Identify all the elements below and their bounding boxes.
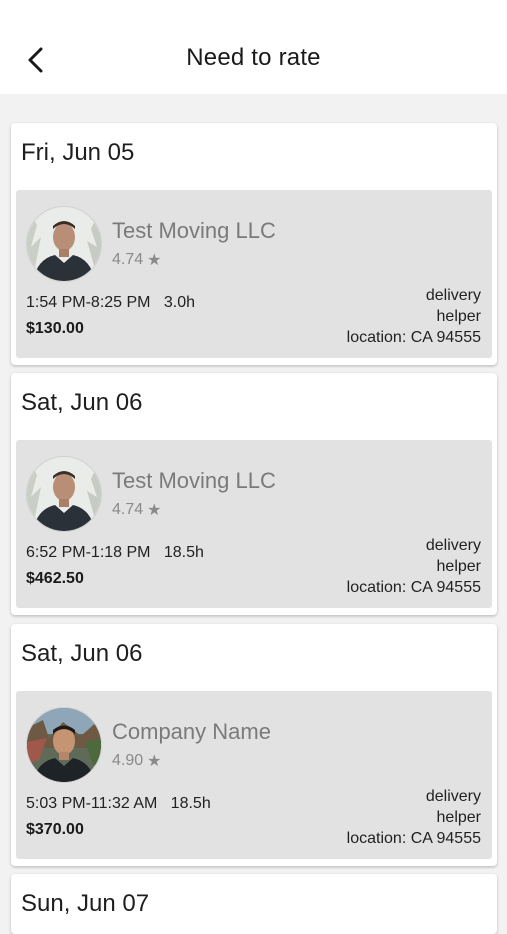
price: $130.00 xyxy=(26,320,84,337)
day-card: Fri, Jun 05 Test Moving LLC 4.74 ★ 1:54 … xyxy=(11,123,497,365)
rating-value: 4.74 xyxy=(112,251,144,268)
rating: 4.74 ★ xyxy=(112,500,161,520)
duration: 18.5h xyxy=(163,544,204,561)
time-duration: 1:54 PM-8:25 PM 3.0h xyxy=(26,294,195,312)
job-item[interactable]: Test Moving LLC 4.74 ★ 6:52 PM-1:18 PM 1… xyxy=(16,440,492,608)
location: location: CA 94555 xyxy=(346,579,481,596)
service-type: delivery xyxy=(425,287,481,304)
time-range: 6:52 PM-1:18 PM xyxy=(26,544,151,561)
rating: 4.74 ★ xyxy=(112,250,161,270)
time-range: 1:54 PM-8:25 PM xyxy=(26,294,151,311)
time-duration: 6:52 PM-1:18 PM 18.5h xyxy=(26,544,204,562)
service-type: delivery xyxy=(425,788,481,805)
avatar xyxy=(26,707,102,783)
star-icon: ★ xyxy=(147,753,162,770)
service-role: helper xyxy=(436,809,481,826)
price: $462.50 xyxy=(26,570,84,587)
day-card: Sat, Jun 06 Company Name 4.90 ★ 5:03 PM-… xyxy=(11,624,497,866)
avatar xyxy=(26,206,102,282)
job-details: delivery helper location: CA 94555 xyxy=(347,535,481,598)
top-bar: Need to rate xyxy=(0,0,507,94)
company-name: Test Moving LLC xyxy=(112,468,276,493)
day-date: Sat, Jun 06 xyxy=(21,389,143,416)
location: location: CA 94555 xyxy=(346,830,481,847)
rating-value: 4.74 xyxy=(112,501,144,518)
duration: 3.0h xyxy=(163,294,195,311)
day-date: Sat, Jun 06 xyxy=(21,640,143,667)
location: location: CA 94555 xyxy=(346,329,481,346)
star-icon: ★ xyxy=(147,502,162,519)
job-details: delivery helper location: CA 94555 xyxy=(347,786,481,849)
job-details: delivery helper location: CA 94555 xyxy=(347,285,481,348)
day-card: Sun, Jun 07 xyxy=(11,874,497,934)
time-duration: 5:03 PM-11:32 AM 18.5h xyxy=(26,795,211,813)
page-title: Need to rate xyxy=(186,44,321,71)
service-role: helper xyxy=(436,308,481,325)
service-type: delivery xyxy=(425,537,481,554)
star-icon: ★ xyxy=(147,252,162,269)
day-date: Fri, Jun 05 xyxy=(21,139,135,166)
duration: 18.5h xyxy=(170,795,211,812)
day-card: Sat, Jun 06 Test Moving LLC 4.74 ★ 6:52 … xyxy=(11,373,497,615)
rating-value: 4.90 xyxy=(112,752,144,769)
rating: 4.90 ★ xyxy=(112,751,161,771)
time-range: 5:03 PM-11:32 AM xyxy=(26,795,158,812)
company-name: Test Moving LLC xyxy=(112,218,276,243)
price: $370.00 xyxy=(26,821,84,838)
company-name: Company Name xyxy=(112,719,271,744)
job-item[interactable]: Test Moving LLC 4.74 ★ 1:54 PM-8:25 PM 3… xyxy=(16,190,492,358)
avatar xyxy=(26,456,102,532)
job-item[interactable]: Company Name 4.90 ★ 5:03 PM-11:32 AM 18.… xyxy=(16,691,492,859)
service-role: helper xyxy=(436,558,481,575)
day-date: Sun, Jun 07 xyxy=(21,890,150,917)
